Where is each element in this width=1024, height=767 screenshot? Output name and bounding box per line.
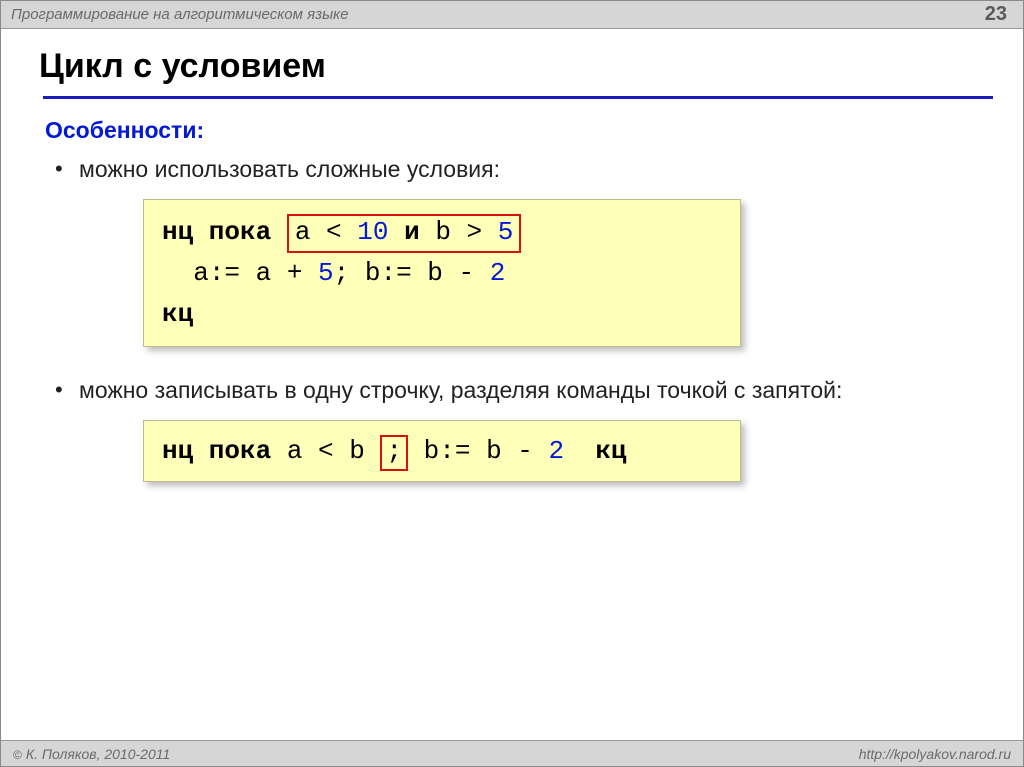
bullet-2: можно записывать в одну строчку, разделя… xyxy=(79,375,993,482)
kw-kts: кц xyxy=(162,299,193,329)
slide: Программирование на алгоритмическом язык… xyxy=(0,0,1024,767)
code1-line3: кц xyxy=(162,294,722,334)
kw-nts-poka-2: нц пока xyxy=(162,436,271,466)
code2-cond: a < b xyxy=(287,436,365,466)
code1-line1: нц пока a < 10 и b > 5 xyxy=(162,212,722,253)
bullet-2-text: можно записывать в одну строчку, разделя… xyxy=(79,377,842,403)
slide-title: Цикл с условием xyxy=(39,47,993,86)
code1-cond-and: и xyxy=(404,217,420,247)
code1-line2: a:= a + 5; b:= b - 2 xyxy=(162,253,722,293)
copyright-icon: © xyxy=(13,748,22,762)
code1-body-2: 2 xyxy=(490,258,506,288)
kw-nts-poka: нц пока xyxy=(162,217,271,247)
title-area: Цикл с условием xyxy=(1,29,1023,107)
code1-cond-gt: > xyxy=(467,217,483,247)
code2-semi: ; xyxy=(386,436,402,466)
title-underline xyxy=(43,96,993,99)
semicolon-highlight: ; xyxy=(380,435,408,471)
footer-url: http://kpolyakov.narod.ru xyxy=(859,746,1011,762)
condition-highlight: a < 10 и b > 5 xyxy=(287,214,522,253)
code2-body-2: 2 xyxy=(549,436,565,466)
kw-kts-2: кц xyxy=(595,436,626,466)
code1-cond-10: 10 xyxy=(357,217,388,247)
code1-cond-b: b xyxy=(435,217,451,247)
bullet-1: можно использовать сложные условия: нц п… xyxy=(79,154,993,347)
header-title: Программирование на алгоритмическом язык… xyxy=(11,6,349,23)
code-box-1: нц пока a < 10 и b > 5 a:= a + 5; b:= b … xyxy=(143,199,741,347)
code2-body-b: b:= b - xyxy=(424,436,533,466)
code1-cond-5: 5 xyxy=(498,217,514,247)
code1-body-sep: ; xyxy=(334,258,350,288)
code1-body-5: 5 xyxy=(318,258,334,288)
code1-body-a: a:= a + xyxy=(193,258,302,288)
content: Особенности: можно использовать сложные … xyxy=(1,107,1023,482)
code-box-2: нц пока a < b ; b:= b - 2 кц xyxy=(143,420,741,482)
footer-author-text: К. Поляков, 2010-2011 xyxy=(26,746,170,762)
slide-footer: © К. Поляков, 2010-2011 http://kpolyakov.… xyxy=(1,740,1023,766)
bullet-1-text: можно использовать сложные условия: xyxy=(79,156,500,182)
footer-author: © К. Поляков, 2010-2011 xyxy=(13,746,170,762)
slide-header: Программирование на алгоритмическом язык… xyxy=(1,1,1023,29)
code2-line1: нц пока a < b ; b:= b - 2 кц xyxy=(162,431,722,471)
code1-cond-lt: < xyxy=(326,217,342,247)
section-label: Особенности: xyxy=(45,117,993,144)
page-number: 23 xyxy=(985,3,1013,26)
code1-cond-a: a xyxy=(295,217,311,247)
code1-body-b: b:= b - xyxy=(365,258,474,288)
bullet-list: можно использовать сложные условия: нц п… xyxy=(45,154,993,482)
